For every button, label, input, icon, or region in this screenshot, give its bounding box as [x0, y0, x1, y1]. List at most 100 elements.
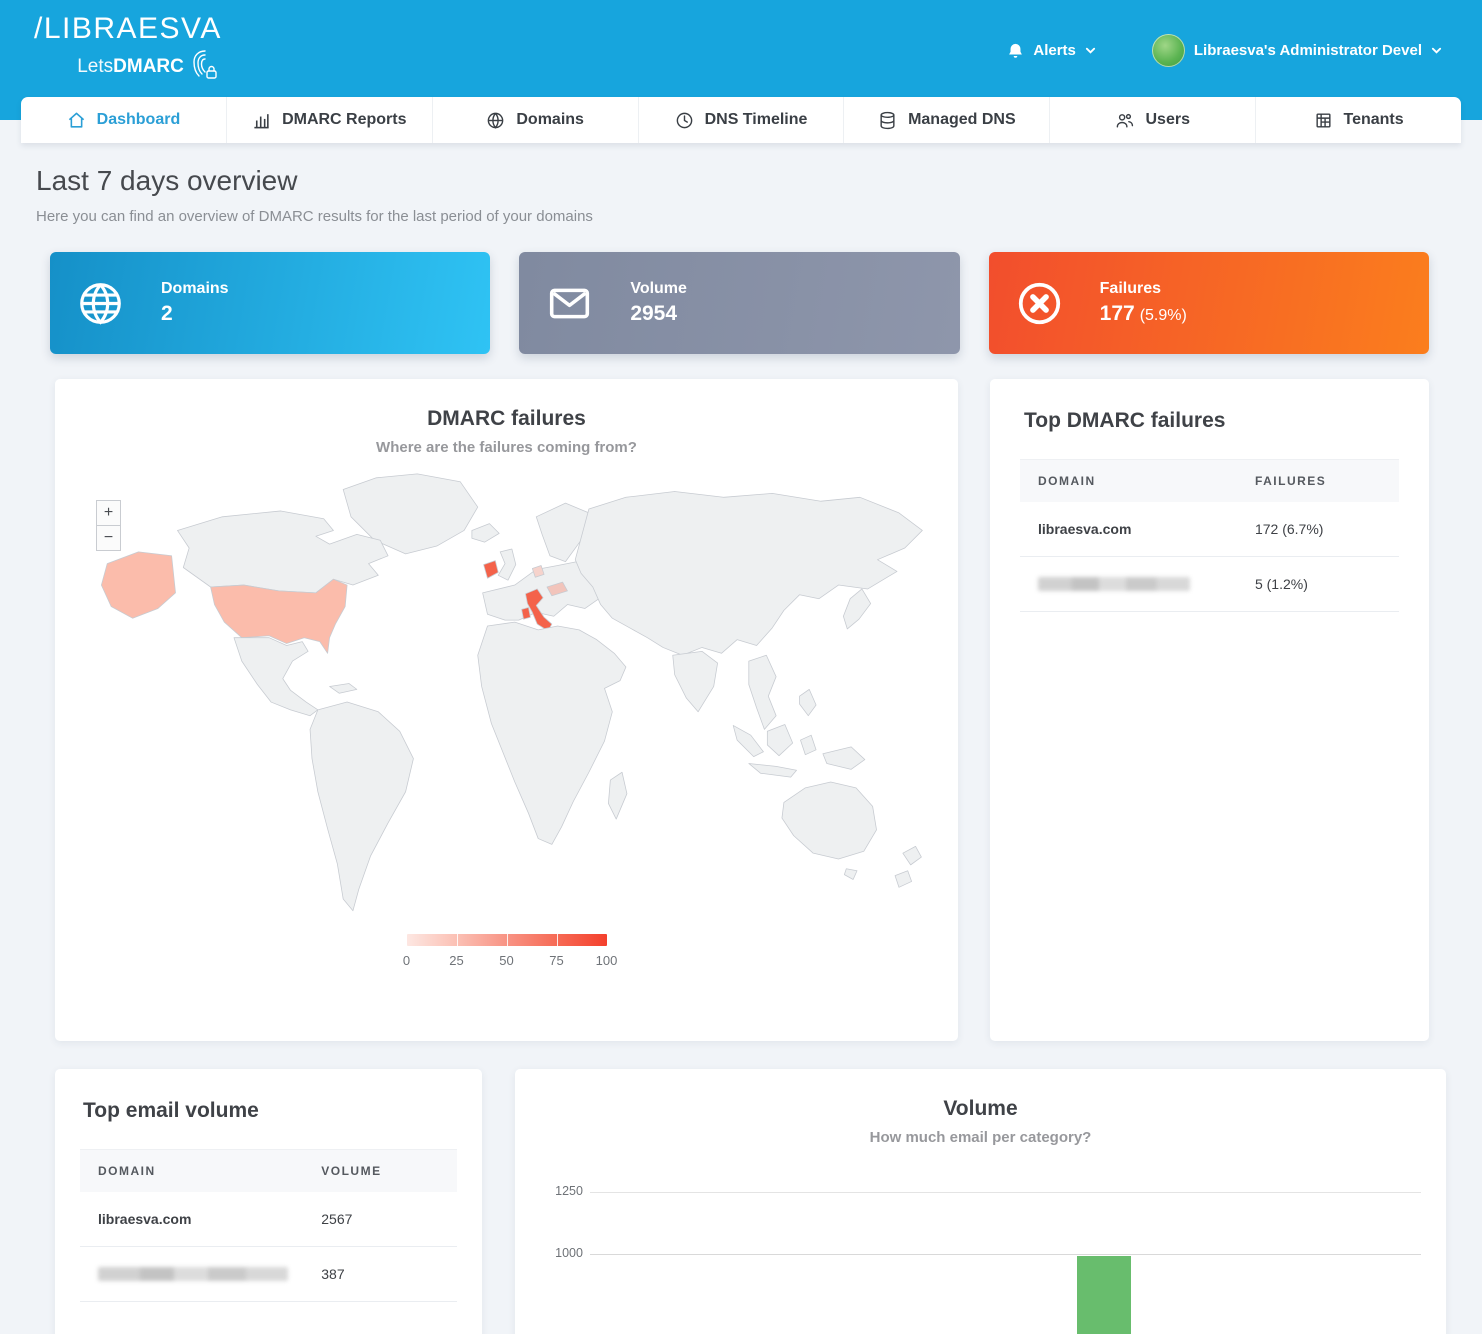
volume-cell: 2567 — [321, 1211, 457, 1227]
legend-tick: 25 — [449, 953, 463, 968]
region-africa — [477, 622, 625, 844]
tenant-icon — [1314, 111, 1333, 130]
region-tasmania — [844, 869, 857, 880]
brand-logo: /LIBRAESVA LetsDMARC — [34, 12, 222, 87]
map-zoom-in-button[interactable]: + — [96, 500, 121, 526]
stat-card-domains[interactable]: Domains 2 — [50, 252, 490, 354]
legend-tick: 50 — [499, 953, 513, 968]
region-asia — [575, 491, 922, 655]
legend-tick: 100 — [596, 953, 618, 968]
tab-tenants[interactable]: Tenants — [1255, 97, 1461, 143]
tab-users[interactable]: Users — [1049, 97, 1255, 143]
map-card-subtitle: Where are the failures coming from? — [55, 439, 958, 456]
tab-label: DNS Timeline — [705, 111, 808, 129]
top-volume-title: Top email volume — [55, 1069, 482, 1123]
stat-card-volume[interactable]: Volume 2954 — [519, 252, 959, 354]
region-japan — [843, 589, 870, 629]
tab-domains[interactable]: Domains — [432, 97, 638, 143]
legend-tick: 0 — [403, 953, 410, 968]
failures-cell: 172 (6.7%) — [1255, 521, 1399, 537]
region-south-america — [310, 702, 413, 911]
domain-cell: libraesva.com — [80, 1211, 321, 1227]
page-subtitle: Here you can find an overview of DMARC r… — [36, 208, 1446, 225]
globe-icon — [486, 111, 505, 130]
page-title: Last 7 days overview — [36, 165, 1446, 197]
region-alaska[interactable] — [101, 552, 175, 618]
chevron-down-icon — [1085, 45, 1096, 56]
domain-cell: libraesva.com — [1020, 521, 1255, 537]
avatar — [1152, 34, 1185, 67]
world-map[interactable]: + − — [55, 470, 958, 973]
gridline-1000: 1000 — [590, 1254, 1421, 1255]
stat-card-failures[interactable]: Failures 177 (5.9%) — [989, 252, 1429, 354]
table-row[interactable]: 387 — [80, 1247, 457, 1302]
top-dmarc-failures-card: Top DMARC failures DOMAIN FAILURES libra… — [990, 379, 1429, 1041]
bell-icon — [1007, 42, 1024, 60]
region-mexico — [234, 638, 318, 716]
volume-bar[interactable] — [1077, 1256, 1131, 1334]
table-row[interactable]: libraesva.com 2567 — [80, 1192, 457, 1247]
region-united-kingdom — [498, 549, 516, 580]
region-sardinia[interactable] — [521, 607, 530, 619]
table-row[interactable]: libraesva.com 172 (6.7%) — [1020, 502, 1399, 557]
tab-dashboard[interactable]: Dashboard — [21, 97, 226, 143]
product-name-bold: DMARC — [113, 56, 184, 77]
stat-suffix: (5.9%) — [1140, 307, 1187, 324]
tab-label: Managed DNS — [908, 111, 1016, 129]
legend-tick: 75 — [549, 953, 563, 968]
tab-label: DMARC Reports — [282, 111, 406, 129]
product-name-light: Lets — [77, 56, 113, 77]
region-java — [748, 763, 796, 777]
top-email-volume-card: Top email volume DOMAIN VOLUME libraesva… — [55, 1069, 482, 1334]
alerts-label: Alerts — [1033, 42, 1076, 59]
tab-dmarc-reports[interactable]: DMARC Reports — [226, 97, 432, 143]
map-zoom-out-button[interactable]: − — [96, 525, 121, 551]
region-philippines — [799, 689, 816, 715]
region-india — [672, 651, 717, 711]
region-sulawesi — [800, 735, 816, 755]
region-new-zealand-north — [902, 846, 921, 865]
volume-bar-chart[interactable]: 1250 1000 — [515, 1069, 1446, 1334]
redacted-domain — [1038, 577, 1190, 591]
stat-value: 2954 — [630, 302, 677, 325]
user-menu[interactable]: Libraesva's Administrator Devel — [1152, 34, 1442, 67]
top-volume-table: DOMAIN VOLUME libraesva.com 2567 387 — [80, 1149, 457, 1302]
home-icon — [67, 111, 86, 130]
user-name: Libraesva's Administrator Devel — [1194, 42, 1422, 59]
top-failures-title: Top DMARC failures — [990, 379, 1429, 433]
region-new-zealand-south — [895, 871, 912, 888]
dashboard-content: Last 7 days overview Here you can find a… — [0, 120, 1482, 1334]
alerts-menu[interactable]: Alerts — [1007, 42, 1096, 60]
table-row[interactable]: 5 (1.2%) — [1020, 557, 1399, 612]
brand-logo-text: /LIBRAESVA — [34, 12, 222, 45]
region-madagascar — [608, 772, 627, 819]
region-canada — [177, 511, 388, 593]
column-header-failures: FAILURES — [1255, 474, 1399, 488]
stat-label: Failures — [1100, 280, 1187, 298]
globe-icon — [78, 281, 123, 326]
circle-x-icon — [1017, 281, 1062, 326]
redacted-domain — [98, 1267, 288, 1281]
stat-value: 177 — [1100, 302, 1135, 325]
region-ireland[interactable] — [483, 561, 498, 579]
region-iceland — [471, 524, 498, 543]
failures-cell: 5 (1.2%) — [1255, 576, 1399, 592]
tab-dns-timeline[interactable]: DNS Timeline — [638, 97, 844, 143]
tab-managed-dns[interactable]: Managed DNS — [843, 97, 1049, 143]
region-indochina — [748, 655, 775, 729]
bar-chart-icon — [252, 111, 271, 130]
column-header-domain: DOMAIN — [1020, 474, 1255, 488]
map-legend-gradient — [407, 934, 607, 946]
clock-icon — [675, 111, 694, 130]
volume-chart-card: Volume How much email per category? 1250… — [515, 1069, 1446, 1334]
chevron-down-icon — [1431, 45, 1442, 56]
region-caribbean — [329, 684, 356, 694]
y-tick-label: 1250 — [545, 1184, 583, 1198]
stat-label: Domains — [161, 280, 229, 298]
top-header: /LIBRAESVA LetsDMARC Alerts — [0, 0, 1482, 120]
tab-label: Domains — [516, 111, 584, 129]
dmarc-failures-map-card: DMARC failures Where are the failures co… — [55, 379, 958, 1041]
map-legend: 0 25 50 75 100 — [407, 934, 607, 973]
region-borneo — [767, 724, 792, 755]
y-tick-label: 1000 — [545, 1246, 583, 1260]
